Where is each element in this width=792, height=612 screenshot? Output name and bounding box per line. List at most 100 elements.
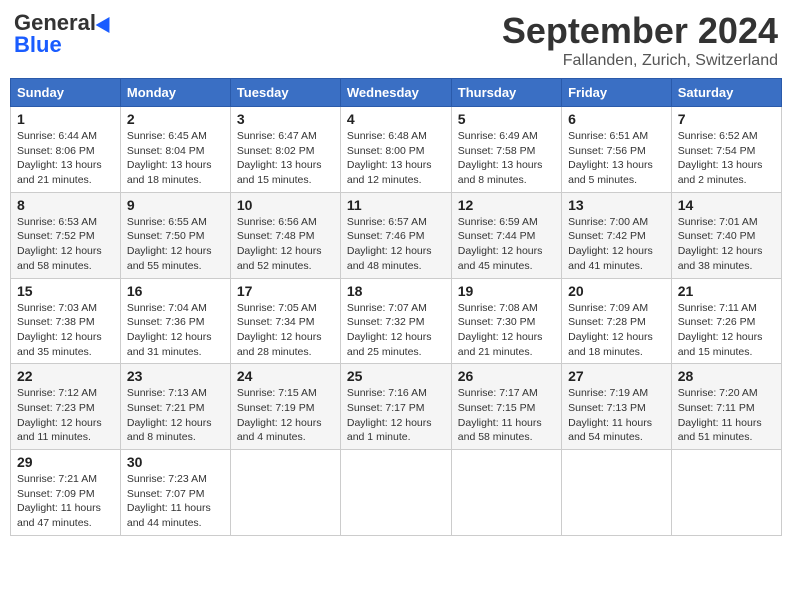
day-number: 28 <box>678 368 775 384</box>
weekday-header-sunday: Sunday <box>11 79 121 107</box>
day-info: Sunrise: 6:52 AMSunset: 7:54 PMDaylight:… <box>678 129 775 188</box>
calendar-cell: 7 Sunrise: 6:52 AMSunset: 7:54 PMDaylight… <box>671 107 781 193</box>
day-info: Sunrise: 7:13 AMSunset: 7:21 PMDaylight:… <box>127 386 224 445</box>
calendar-cell: 4 Sunrise: 6:48 AMSunset: 8:00 PMDaylight… <box>340 107 451 193</box>
day-info: Sunrise: 7:01 AMSunset: 7:40 PMDaylight:… <box>678 215 775 274</box>
day-number: 2 <box>127 111 224 127</box>
day-info: Sunrise: 7:08 AMSunset: 7:30 PMDaylight:… <box>458 301 555 360</box>
day-info: Sunrise: 7:16 AMSunset: 7:17 PMDaylight:… <box>347 386 445 445</box>
calendar-table: SundayMondayTuesdayWednesdayThursdayFrid… <box>10 78 782 536</box>
calendar-cell: 29 Sunrise: 7:21 AMSunset: 7:09 PMDayligh… <box>11 450 121 536</box>
calendar-cell: 9 Sunrise: 6:55 AMSunset: 7:50 PMDaylight… <box>120 192 230 278</box>
day-info: Sunrise: 7:19 AMSunset: 7:13 PMDaylight:… <box>568 386 665 445</box>
calendar-cell: 24 Sunrise: 7:15 AMSunset: 7:19 PMDayligh… <box>230 364 340 450</box>
day-number: 25 <box>347 368 445 384</box>
day-number: 10 <box>237 197 334 213</box>
day-info: Sunrise: 7:11 AMSunset: 7:26 PMDaylight:… <box>678 301 775 360</box>
day-number: 5 <box>458 111 555 127</box>
day-info: Sunrise: 6:57 AMSunset: 7:46 PMDaylight:… <box>347 215 445 274</box>
calendar-cell: 16 Sunrise: 7:04 AMSunset: 7:36 PMDayligh… <box>120 278 230 364</box>
calendar-cell <box>671 450 781 536</box>
weekday-header-thursday: Thursday <box>451 79 561 107</box>
calendar-cell: 26 Sunrise: 7:17 AMSunset: 7:15 PMDayligh… <box>451 364 561 450</box>
day-number: 30 <box>127 454 224 470</box>
day-info: Sunrise: 7:21 AMSunset: 7:09 PMDaylight:… <box>17 472 114 531</box>
weekday-header-tuesday: Tuesday <box>230 79 340 107</box>
day-number: 1 <box>17 111 114 127</box>
day-info: Sunrise: 6:48 AMSunset: 8:00 PMDaylight:… <box>347 129 445 188</box>
calendar-cell <box>451 450 561 536</box>
day-number: 9 <box>127 197 224 213</box>
calendar-cell: 11Sunrise: 6:57 AMSunset: 7:46 PMDayligh… <box>340 192 451 278</box>
calendar-cell: 8 Sunrise: 6:53 AMSunset: 7:52 PMDaylight… <box>11 192 121 278</box>
day-number: 7 <box>678 111 775 127</box>
calendar-cell: 19 Sunrise: 7:08 AMSunset: 7:30 PMDayligh… <box>451 278 561 364</box>
day-number: 24 <box>237 368 334 384</box>
calendar-cell: 17 Sunrise: 7:05 AMSunset: 7:34 PMDayligh… <box>230 278 340 364</box>
day-number: 12 <box>458 197 555 213</box>
weekday-header-row: SundayMondayTuesdayWednesdayThursdayFrid… <box>11 79 782 107</box>
calendar-cell: 3 Sunrise: 6:47 AMSunset: 8:02 PMDaylight… <box>230 107 340 193</box>
day-info: Sunrise: 6:44 AMSunset: 8:06 PMDaylight:… <box>17 129 114 188</box>
calendar-week-row: 22 Sunrise: 7:12 AMSunset: 7:23 PMDayligh… <box>11 364 782 450</box>
day-number: 22 <box>17 368 114 384</box>
day-info: Sunrise: 6:47 AMSunset: 8:02 PMDaylight:… <box>237 129 334 188</box>
weekday-header-monday: Monday <box>120 79 230 107</box>
day-info: Sunrise: 6:51 AMSunset: 7:56 PMDaylight:… <box>568 129 665 188</box>
calendar-cell: 25 Sunrise: 7:16 AMSunset: 7:17 PMDayligh… <box>340 364 451 450</box>
day-number: 4 <box>347 111 445 127</box>
day-info: Sunrise: 7:20 AMSunset: 7:11 PMDaylight:… <box>678 386 775 445</box>
day-info: Sunrise: 6:56 AMSunset: 7:48 PMDaylight:… <box>237 215 334 274</box>
calendar-cell <box>562 450 672 536</box>
day-info: Sunrise: 6:53 AMSunset: 7:52 PMDaylight:… <box>17 215 114 274</box>
day-number: 17 <box>237 283 334 299</box>
calendar-cell: 14Sunrise: 7:01 AMSunset: 7:40 PMDayligh… <box>671 192 781 278</box>
calendar-cell <box>340 450 451 536</box>
header: General Blue September 2024 Fallanden, Z… <box>10 10 782 70</box>
calendar-cell: 20 Sunrise: 7:09 AMSunset: 7:28 PMDayligh… <box>562 278 672 364</box>
day-info: Sunrise: 7:23 AMSunset: 7:07 PMDaylight:… <box>127 472 224 531</box>
calendar-cell <box>230 450 340 536</box>
day-number: 20 <box>568 283 665 299</box>
calendar-week-row: 15Sunrise: 7:03 AMSunset: 7:38 PMDayligh… <box>11 278 782 364</box>
day-number: 26 <box>458 368 555 384</box>
weekday-header-wednesday: Wednesday <box>340 79 451 107</box>
day-info: Sunrise: 7:15 AMSunset: 7:19 PMDaylight:… <box>237 386 334 445</box>
calendar-cell: 2Sunrise: 6:45 AMSunset: 8:04 PMDaylight… <box>120 107 230 193</box>
title-area: September 2024 Fallanden, Zurich, Switze… <box>502 10 778 70</box>
day-number: 23 <box>127 368 224 384</box>
logo-blue-text: Blue <box>14 32 62 58</box>
day-number: 19 <box>458 283 555 299</box>
day-info: Sunrise: 7:00 AMSunset: 7:42 PMDaylight:… <box>568 215 665 274</box>
day-info: Sunrise: 7:12 AMSunset: 7:23 PMDaylight:… <box>17 386 114 445</box>
day-info: Sunrise: 6:49 AMSunset: 7:58 PMDaylight:… <box>458 129 555 188</box>
day-info: Sunrise: 7:03 AMSunset: 7:38 PMDaylight:… <box>17 301 114 360</box>
subtitle: Fallanden, Zurich, Switzerland <box>502 52 778 70</box>
calendar-week-row: 1 Sunrise: 6:44 AMSunset: 8:06 PMDaylight… <box>11 107 782 193</box>
day-number: 16 <box>127 283 224 299</box>
weekday-header-saturday: Saturday <box>671 79 781 107</box>
day-number: 29 <box>17 454 114 470</box>
calendar-week-row: 29 Sunrise: 7:21 AMSunset: 7:09 PMDayligh… <box>11 450 782 536</box>
calendar-cell: 27Sunrise: 7:19 AMSunset: 7:13 PMDayligh… <box>562 364 672 450</box>
calendar-week-row: 8 Sunrise: 6:53 AMSunset: 7:52 PMDaylight… <box>11 192 782 278</box>
weekday-header-friday: Friday <box>562 79 672 107</box>
calendar-cell: 1 Sunrise: 6:44 AMSunset: 8:06 PMDaylight… <box>11 107 121 193</box>
calendar-cell: 30 Sunrise: 7:23 AMSunset: 7:07 PMDayligh… <box>120 450 230 536</box>
calendar-cell: 5 Sunrise: 6:49 AMSunset: 7:58 PMDaylight… <box>451 107 561 193</box>
day-number: 3 <box>237 111 334 127</box>
day-number: 6 <box>568 111 665 127</box>
day-info: Sunrise: 7:05 AMSunset: 7:34 PMDaylight:… <box>237 301 334 360</box>
day-info: Sunrise: 7:09 AMSunset: 7:28 PMDaylight:… <box>568 301 665 360</box>
calendar-cell: 13Sunrise: 7:00 AMSunset: 7:42 PMDayligh… <box>562 192 672 278</box>
day-info: Sunrise: 6:59 AMSunset: 7:44 PMDaylight:… <box>458 215 555 274</box>
day-info: Sunrise: 6:55 AMSunset: 7:50 PMDaylight:… <box>127 215 224 274</box>
logo: General Blue <box>14 10 114 58</box>
calendar-cell: 21Sunrise: 7:11 AMSunset: 7:26 PMDayligh… <box>671 278 781 364</box>
calendar-cell: 15Sunrise: 7:03 AMSunset: 7:38 PMDayligh… <box>11 278 121 364</box>
day-number: 8 <box>17 197 114 213</box>
calendar-cell: 6 Sunrise: 6:51 AMSunset: 7:56 PMDaylight… <box>562 107 672 193</box>
day-info: Sunrise: 7:04 AMSunset: 7:36 PMDaylight:… <box>127 301 224 360</box>
day-info: Sunrise: 7:17 AMSunset: 7:15 PMDaylight:… <box>458 386 555 445</box>
day-number: 18 <box>347 283 445 299</box>
